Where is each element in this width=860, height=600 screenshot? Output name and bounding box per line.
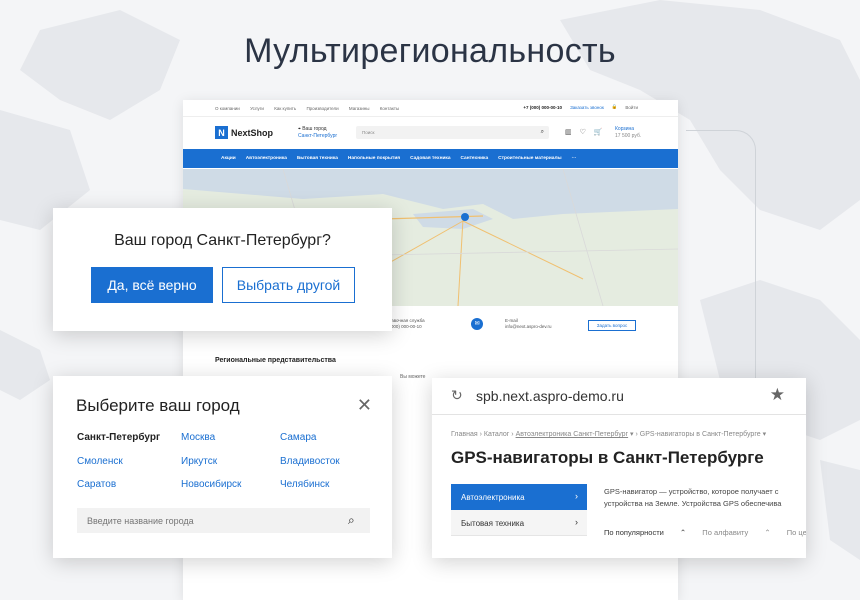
device-frame-outline	[686, 130, 756, 380]
topbar-link[interactable]: Услуги	[250, 106, 264, 111]
map-pin-icon[interactable]	[461, 213, 469, 221]
header-cart[interactable]: Корзина 17 500 руб.	[615, 126, 641, 140]
city-option[interactable]: Самара	[280, 432, 316, 443]
site-header: N NextShop ⌖ Ваш город Санкт-Петербург П…	[183, 116, 678, 149]
star-icon[interactable]: ★	[770, 385, 785, 405]
search-icon[interactable]: ⌕	[541, 129, 544, 136]
crumb-home[interactable]: Главная	[451, 431, 478, 438]
address-bar: ↻ spb.next.aspro-demo.ru ★	[432, 378, 806, 415]
city-selector[interactable]: ⌖ Ваш город Санкт-Петербург	[298, 126, 337, 140]
city-chooser-title: Выберите ваш город	[76, 396, 240, 415]
callback-link[interactable]: Заказать звонок	[570, 105, 604, 110]
search-placeholder: Поиск	[362, 130, 375, 135]
heart-icon[interactable]: ♡	[580, 128, 586, 136]
reload-icon[interactable]: ↻	[451, 387, 463, 404]
city-chooser-popup: Выберите ваш город ✕ Санкт-Петербург Мос…	[53, 376, 392, 558]
description-line: GPS-навигатор — устройство, которое полу…	[604, 487, 779, 496]
chevron-right-icon: ›	[575, 517, 578, 527]
topbar-link[interactable]: Производители	[306, 106, 338, 111]
city-option[interactable]: Новосибирск	[181, 479, 241, 490]
menu-more[interactable]: ···	[572, 156, 577, 161]
confirm-yes-button[interactable]: Да, всё верно	[91, 267, 213, 303]
page-title: GPS-навигаторы в Санкт-Петербурге	[451, 448, 764, 467]
menu-item[interactable]: Автоэлектроника	[246, 156, 287, 161]
topbar-links: О компании Услуги Как купить Производите…	[215, 106, 408, 111]
topbar-right: +7 (000) 000-00-10 Заказать звонок 🔒 Вой…	[523, 104, 638, 110]
city-option[interactable]: Иркутск	[181, 456, 217, 467]
header-icons: ▥ ♡ 🛒	[565, 128, 603, 136]
lock-icon: 🔒	[611, 104, 618, 109]
sidebar-item-appliances[interactable]: Бытовая техника ›	[451, 510, 587, 536]
menu-item-promo[interactable]: Акции	[221, 156, 236, 161]
city-confirm-popup: Ваш город Санкт-Петербург? Да, всё верно…	[53, 208, 392, 331]
sort-alpha[interactable]: По алфавиту ⌃	[702, 528, 770, 537]
login-link[interactable]: Войти	[625, 105, 638, 110]
browser-window: ↻ spb.next.aspro-demo.ru ★ Главная › Кат…	[432, 378, 806, 558]
sidebar-item-autoelectronics[interactable]: Автоэлектроника ›	[451, 484, 587, 510]
city-option[interactable]: Челябинск	[280, 479, 329, 490]
menu-item[interactable]: Напольные покрытия	[348, 156, 400, 161]
email-block: E-mail info@next.aspro-dev.ru	[505, 318, 552, 330]
choose-other-button[interactable]: Выбрать другой	[222, 267, 355, 303]
site-topbar: О компании Услуги Как купить Производите…	[183, 100, 678, 116]
topbar-link[interactable]: Как купить	[274, 106, 296, 111]
logo-text: NextShop	[231, 127, 274, 138]
logo-mark-icon: N	[215, 126, 228, 139]
site-search-input[interactable]: Поиск ⌕	[356, 126, 549, 139]
city-option[interactable]: Смоленск	[77, 456, 123, 467]
site-logo[interactable]: N NextShop	[215, 126, 273, 139]
city-option[interactable]: Владивосток	[280, 456, 340, 467]
search-icon[interactable]: ⌕	[348, 513, 355, 528]
close-icon[interactable]: ✕	[357, 395, 372, 416]
menu-item[interactable]: Бытовая техника	[297, 156, 338, 161]
topbar-link[interactable]: Магазины	[349, 106, 370, 111]
description-line: устройства на Земле. Устройства GPS обес…	[604, 499, 782, 508]
compare-icon[interactable]: ▥	[565, 128, 572, 136]
site-main-menu: Акции Автоэлектроника Бытовая техника На…	[183, 149, 678, 168]
pin-icon: ⌖	[298, 126, 301, 132]
regions-text: Вы можете	[400, 374, 426, 380]
sidebar-item-label: Автоэлектроника	[461, 493, 525, 502]
city-search-input[interactable]	[77, 508, 370, 533]
mail-icon: ✉	[471, 318, 483, 330]
menu-item[interactable]: Строительные материалы	[498, 156, 562, 161]
cart-icon[interactable]: 🛒	[594, 128, 603, 136]
sort-popular[interactable]: По популярности ⌃	[604, 528, 686, 537]
regions-title: Региональные представительства	[215, 357, 336, 364]
city-option-active[interactable]: Санкт-Петербург	[77, 432, 160, 443]
email-value[interactable]: info@next.aspro-dev.ru	[505, 324, 552, 330]
breadcrumb: Главная › Каталог › Автоэлектроника Санк…	[451, 431, 767, 438]
city-value: Санкт-Петербург	[298, 133, 338, 139]
city-confirm-question: Ваш город Санкт-Петербург?	[114, 232, 331, 249]
url-text[interactable]: spb.next.aspro-demo.ru	[476, 388, 624, 404]
city-label: Ваш город	[302, 126, 327, 132]
city-option[interactable]: Саратов	[77, 479, 116, 490]
crumb-section[interactable]: Автоэлектроника Санкт-Петербург	[516, 431, 629, 438]
menu-item[interactable]: Садовая техника	[410, 156, 450, 161]
sidebar-item-label: Бытовая техника	[461, 519, 525, 528]
sort-bar: По популярности ⌃ По алфавиту ⌃ По цене …	[604, 528, 806, 537]
menu-item[interactable]: Сантехника	[461, 156, 489, 161]
topbar-link[interactable]: О компании	[215, 106, 240, 111]
ask-question-button[interactable]: Задать вопрос	[588, 320, 636, 331]
sort-price[interactable]: По цене ⌃	[787, 528, 806, 537]
cart-sum: 17 500 руб.	[615, 133, 642, 139]
topbar-link[interactable]: Контакты	[380, 106, 399, 111]
cart-label: Корзина	[615, 126, 635, 132]
category-description: GPS-навигатор — устройство, которое полу…	[604, 486, 804, 510]
chevron-right-icon: ›	[575, 491, 578, 501]
crumb-catalog[interactable]: Каталог	[484, 431, 509, 438]
crumb-current: GPS-навигаторы в Санкт-Петербурге	[639, 431, 761, 438]
site-phone[interactable]: +7 (000) 000-00-10	[523, 105, 562, 110]
page-headline: Мультирегиональность	[244, 32, 616, 70]
city-option[interactable]: Москва	[181, 432, 215, 443]
